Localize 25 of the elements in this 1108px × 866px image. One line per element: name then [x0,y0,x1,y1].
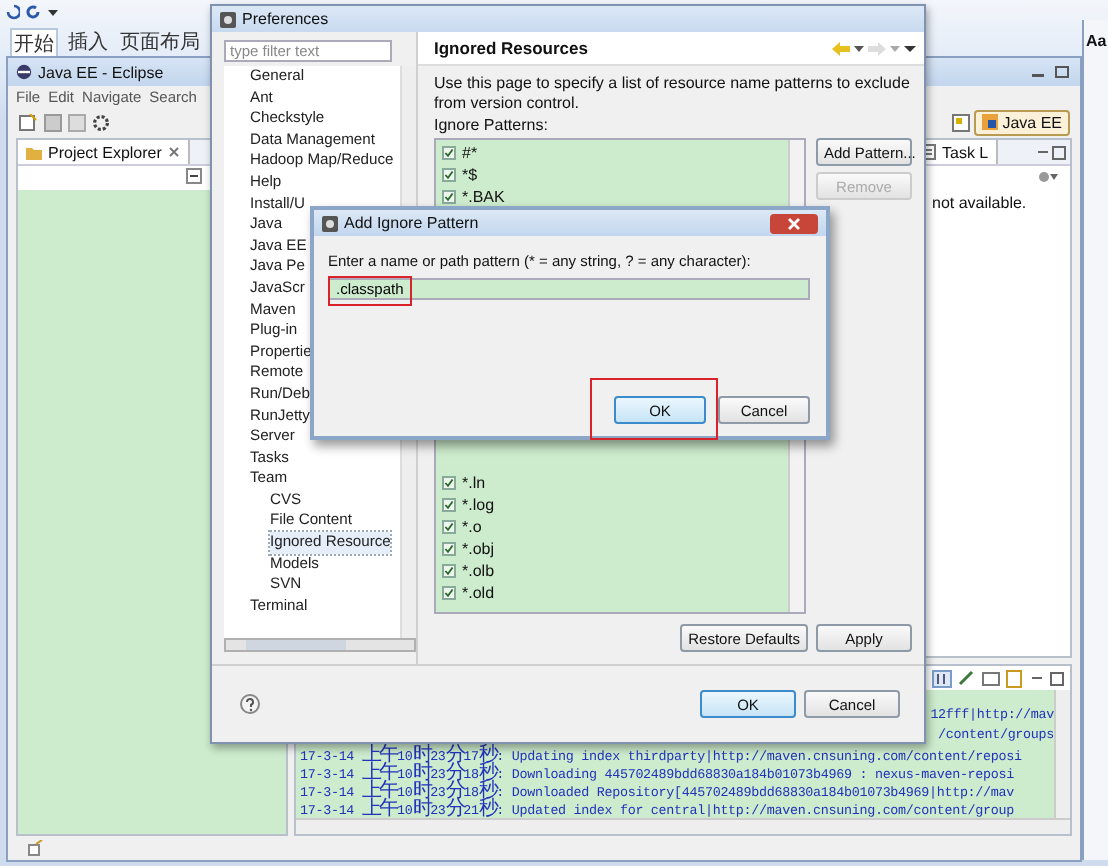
description-text: Use this page to specify a list of resource name patterns to exclude from version control. [434,74,912,114]
message-text: not available. [930,192,1029,216]
window-title: Preferences [242,10,329,28]
pattern-label: #* [462,144,478,162]
window-title: Java EE - Eclipse [38,63,164,81]
page-title: Ignored Resources [434,38,588,58]
pattern-label: *.olb [462,562,495,580]
pattern-label: *.old [462,584,495,602]
pattern-label: *.ln [462,474,486,492]
tab-label: Task L [942,143,989,161]
pattern-label: *.o [462,518,482,536]
ribbon-tab[interactable]: 开始 [10,28,58,58]
view-tab[interactable]: Project Explorer [18,140,190,164]
window-title: Add Ignore Pattern [344,214,479,232]
perspective-label: Java EE [1002,113,1062,131]
perspective-button[interactable]: Java EE [974,109,1070,135]
style-gallery-label: Aa [1084,30,1108,50]
pattern-label: *.BAK [462,188,505,206]
pattern-label: *.log [462,496,495,514]
ribbon-tab[interactable]: 页面布局 [118,28,202,58]
ribbon-tab[interactable]: 插入 [66,28,110,58]
tab-label: Project Explorer [48,143,162,161]
pattern-label: *.obj [462,540,495,558]
pattern-label: *$ [462,166,478,184]
list-label: Ignore Patterns: [434,116,550,134]
